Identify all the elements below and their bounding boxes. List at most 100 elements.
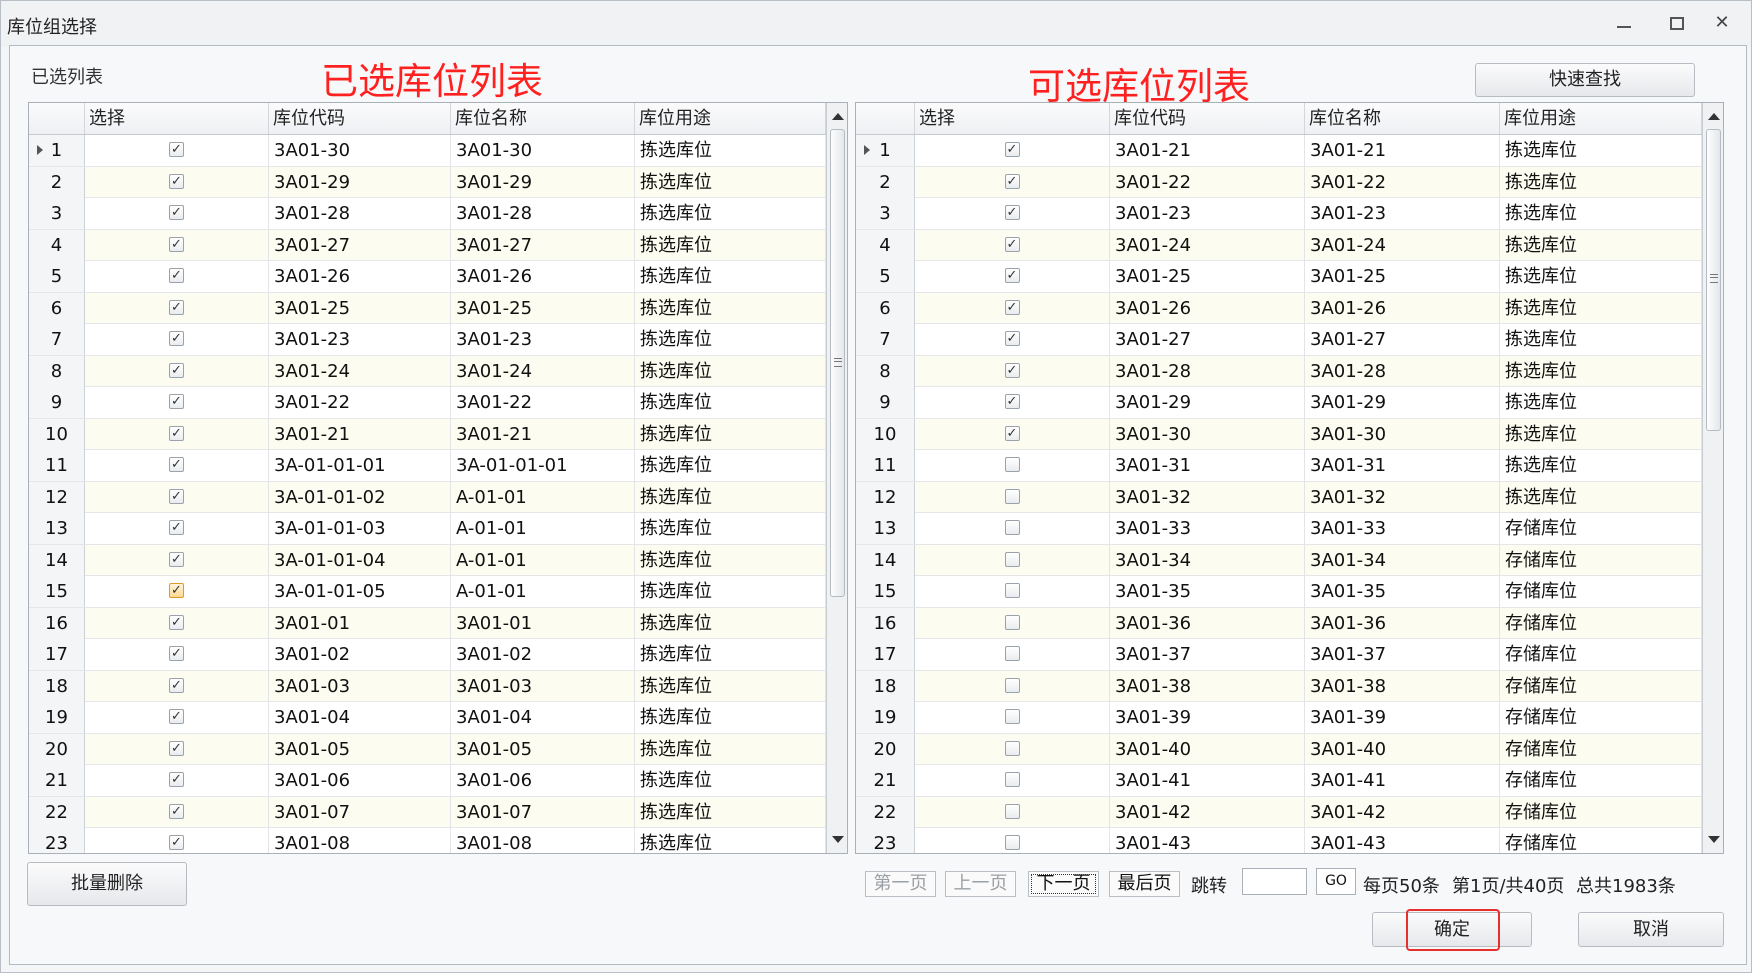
table-row[interactable]: 15 ✓ 3A-01-01-05 A-01-01 拣选库位 bbox=[29, 576, 826, 608]
scroll-thumb[interactable] bbox=[830, 129, 845, 597]
select-cell[interactable] bbox=[915, 513, 1110, 544]
table-row[interactable]: 12 3A01-32 3A01-32 拣选库位 bbox=[856, 481, 1702, 513]
cancel-button[interactable]: 取消 bbox=[1578, 912, 1724, 947]
checkbox-checked-icon[interactable]: ✓ bbox=[169, 835, 184, 850]
table-row[interactable]: 2 ✓ 3A01-22 3A01-22 拣选库位 bbox=[856, 166, 1702, 198]
checkbox-checked-icon[interactable]: ✓ bbox=[1004, 236, 1020, 252]
checkbox-checked-icon[interactable]: ✓ bbox=[169, 425, 184, 441]
select-cell[interactable]: ✓ bbox=[85, 639, 269, 670]
select-cell[interactable]: ✓ bbox=[85, 481, 269, 513]
select-cell[interactable]: ✓ bbox=[85, 576, 269, 607]
select-cell[interactable]: ✓ bbox=[85, 387, 269, 418]
checkbox-checked-icon[interactable]: ✓ bbox=[1004, 299, 1020, 315]
checkbox-checked-icon[interactable]: ✓ bbox=[1004, 173, 1020, 189]
table-row[interactable]: 17 3A01-37 3A01-37 存储库位 bbox=[856, 639, 1702, 671]
table-row[interactable]: 14 ✓ 3A-01-01-04 A-01-01 拣选库位 bbox=[29, 544, 826, 576]
scroll-down-icon[interactable] bbox=[832, 836, 844, 843]
select-cell[interactable]: ✓ bbox=[915, 324, 1110, 355]
select-cell[interactable]: ✓ bbox=[915, 135, 1110, 166]
select-cell[interactable]: ✓ bbox=[85, 765, 269, 796]
checkbox-checked-icon[interactable]: ✓ bbox=[169, 299, 184, 315]
jump-page-input[interactable] bbox=[1242, 868, 1307, 895]
column-header-code[interactable]: 库位代码 bbox=[1110, 103, 1305, 134]
checkbox-unchecked-icon[interactable] bbox=[1004, 551, 1020, 567]
select-cell[interactable] bbox=[915, 607, 1110, 639]
select-cell[interactable] bbox=[915, 765, 1110, 796]
table-row[interactable]: 5 ✓ 3A01-26 3A01-26 拣选库位 bbox=[29, 261, 826, 293]
checkbox-checked-icon[interactable]: ✓ bbox=[1004, 394, 1020, 409]
checkbox-checked-icon[interactable]: ✓ bbox=[169, 236, 184, 252]
prev-page-button[interactable]: 上一页 bbox=[945, 871, 1016, 897]
table-row[interactable]: 6 ✓ 3A01-26 3A01-26 拣选库位 bbox=[856, 292, 1702, 324]
select-cell[interactable]: ✓ bbox=[85, 513, 269, 544]
checkbox-checked-icon[interactable]: ✓ bbox=[1004, 268, 1020, 283]
select-cell[interactable]: ✓ bbox=[85, 544, 269, 576]
select-cell[interactable]: ✓ bbox=[85, 828, 269, 853]
table-row[interactable]: 3 ✓ 3A01-23 3A01-23 拣选库位 bbox=[856, 198, 1702, 230]
select-cell[interactable]: ✓ bbox=[85, 324, 269, 355]
checkbox-checked-icon[interactable]: ✓ bbox=[169, 646, 184, 661]
table-row[interactable]: 13 ✓ 3A-01-01-03 A-01-01 拣选库位 bbox=[29, 513, 826, 545]
table-row[interactable]: 20 ✓ 3A01-05 3A01-05 拣选库位 bbox=[29, 733, 826, 765]
table-row[interactable]: 2 ✓ 3A01-29 3A01-29 拣选库位 bbox=[29, 166, 826, 198]
column-header-code[interactable]: 库位代码 bbox=[269, 103, 451, 134]
checkbox-unchecked-icon[interactable] bbox=[1004, 677, 1020, 693]
select-cell[interactable] bbox=[915, 670, 1110, 702]
vertical-scrollbar[interactable] bbox=[826, 103, 847, 853]
select-cell[interactable] bbox=[915, 639, 1110, 670]
table-row[interactable]: 10 ✓ 3A01-30 3A01-30 拣选库位 bbox=[856, 418, 1702, 450]
select-cell[interactable]: ✓ bbox=[85, 733, 269, 765]
select-cell[interactable]: ✓ bbox=[85, 135, 269, 166]
table-row[interactable]: 21 3A01-41 3A01-41 存储库位 bbox=[856, 765, 1702, 797]
checkbox-checked-icon[interactable]: ✓ bbox=[169, 457, 184, 472]
table-row[interactable]: 15 3A01-35 3A01-35 存储库位 bbox=[856, 576, 1702, 608]
column-header-select[interactable]: 选择 bbox=[915, 103, 1110, 134]
table-row[interactable]: 6 ✓ 3A01-25 3A01-25 拣选库位 bbox=[29, 292, 826, 324]
table-row[interactable]: 23 ✓ 3A01-08 3A01-08 拣选库位 bbox=[29, 828, 826, 853]
table-row[interactable]: 10 ✓ 3A01-21 3A01-21 拣选库位 bbox=[29, 418, 826, 450]
select-cell[interactable]: ✓ bbox=[915, 387, 1110, 418]
checkbox-checked-icon[interactable]: ✓ bbox=[1004, 142, 1020, 157]
scroll-up-icon[interactable] bbox=[832, 113, 844, 120]
minimize-icon[interactable] bbox=[1613, 14, 1635, 32]
table-row[interactable]: 16 3A01-36 3A01-36 存储库位 bbox=[856, 607, 1702, 639]
select-cell[interactable]: ✓ bbox=[915, 292, 1110, 324]
table-row[interactable]: 3 ✓ 3A01-28 3A01-28 拣选库位 bbox=[29, 198, 826, 230]
scroll-up-icon[interactable] bbox=[1708, 113, 1720, 120]
select-cell[interactable] bbox=[915, 733, 1110, 765]
quick-find-button[interactable]: 快速查找 bbox=[1475, 63, 1695, 97]
table-row[interactable]: 18 3A01-38 3A01-38 存储库位 bbox=[856, 670, 1702, 702]
table-row[interactable]: 19 3A01-39 3A01-39 存储库位 bbox=[856, 702, 1702, 734]
select-cell[interactable] bbox=[915, 576, 1110, 607]
checkbox-unchecked-icon[interactable] bbox=[1004, 488, 1020, 504]
checkbox-checked-icon[interactable]: ✓ bbox=[1004, 362, 1020, 378]
table-row[interactable]: 1 ✓ 3A01-21 3A01-21 拣选库位 bbox=[856, 135, 1702, 167]
select-cell[interactable]: ✓ bbox=[85, 292, 269, 324]
batch-delete-button[interactable]: 批量删除 bbox=[27, 862, 187, 906]
select-cell[interactable]: ✓ bbox=[915, 261, 1110, 292]
checkbox-checked-icon[interactable]: ✓ bbox=[169, 772, 184, 787]
table-row[interactable]: 22 ✓ 3A01-07 3A01-07 拣选库位 bbox=[29, 796, 826, 828]
column-header-usage[interactable]: 库位用途 bbox=[635, 103, 826, 134]
checkbox-checked-icon[interactable]: ✓ bbox=[1004, 331, 1020, 346]
table-row[interactable]: 23 3A01-43 3A01-43 存储库位 bbox=[856, 828, 1702, 853]
checkbox-checked-icon[interactable]: ✓ bbox=[169, 331, 184, 346]
table-row[interactable]: 9 ✓ 3A01-29 3A01-29 拣选库位 bbox=[856, 387, 1702, 419]
select-cell[interactable]: ✓ bbox=[85, 450, 269, 481]
select-cell[interactable]: ✓ bbox=[85, 166, 269, 198]
vertical-scrollbar[interactable] bbox=[1702, 103, 1723, 853]
scroll-down-icon[interactable] bbox=[1708, 836, 1720, 843]
table-row[interactable]: 19 ✓ 3A01-04 3A01-04 拣选库位 bbox=[29, 702, 826, 734]
checkbox-unchecked-icon[interactable] bbox=[1004, 457, 1020, 472]
checkbox-unchecked-icon[interactable] bbox=[1004, 709, 1020, 724]
checkbox-checked-icon[interactable]: ✓ bbox=[169, 142, 184, 157]
checkbox-checked-icon[interactable]: ✓ bbox=[169, 394, 184, 409]
checkbox-checked-icon[interactable]: ✓ bbox=[1004, 205, 1020, 220]
select-cell[interactable]: ✓ bbox=[915, 198, 1110, 229]
checkbox-unchecked-icon[interactable] bbox=[1004, 835, 1020, 850]
go-button[interactable]: GO bbox=[1316, 868, 1356, 895]
checkbox-unchecked-icon[interactable] bbox=[1004, 583, 1020, 598]
table-row[interactable]: 14 3A01-34 3A01-34 存储库位 bbox=[856, 544, 1702, 576]
checkbox-unchecked-icon[interactable] bbox=[1004, 646, 1020, 661]
checkbox-unchecked-icon[interactable] bbox=[1004, 803, 1020, 819]
